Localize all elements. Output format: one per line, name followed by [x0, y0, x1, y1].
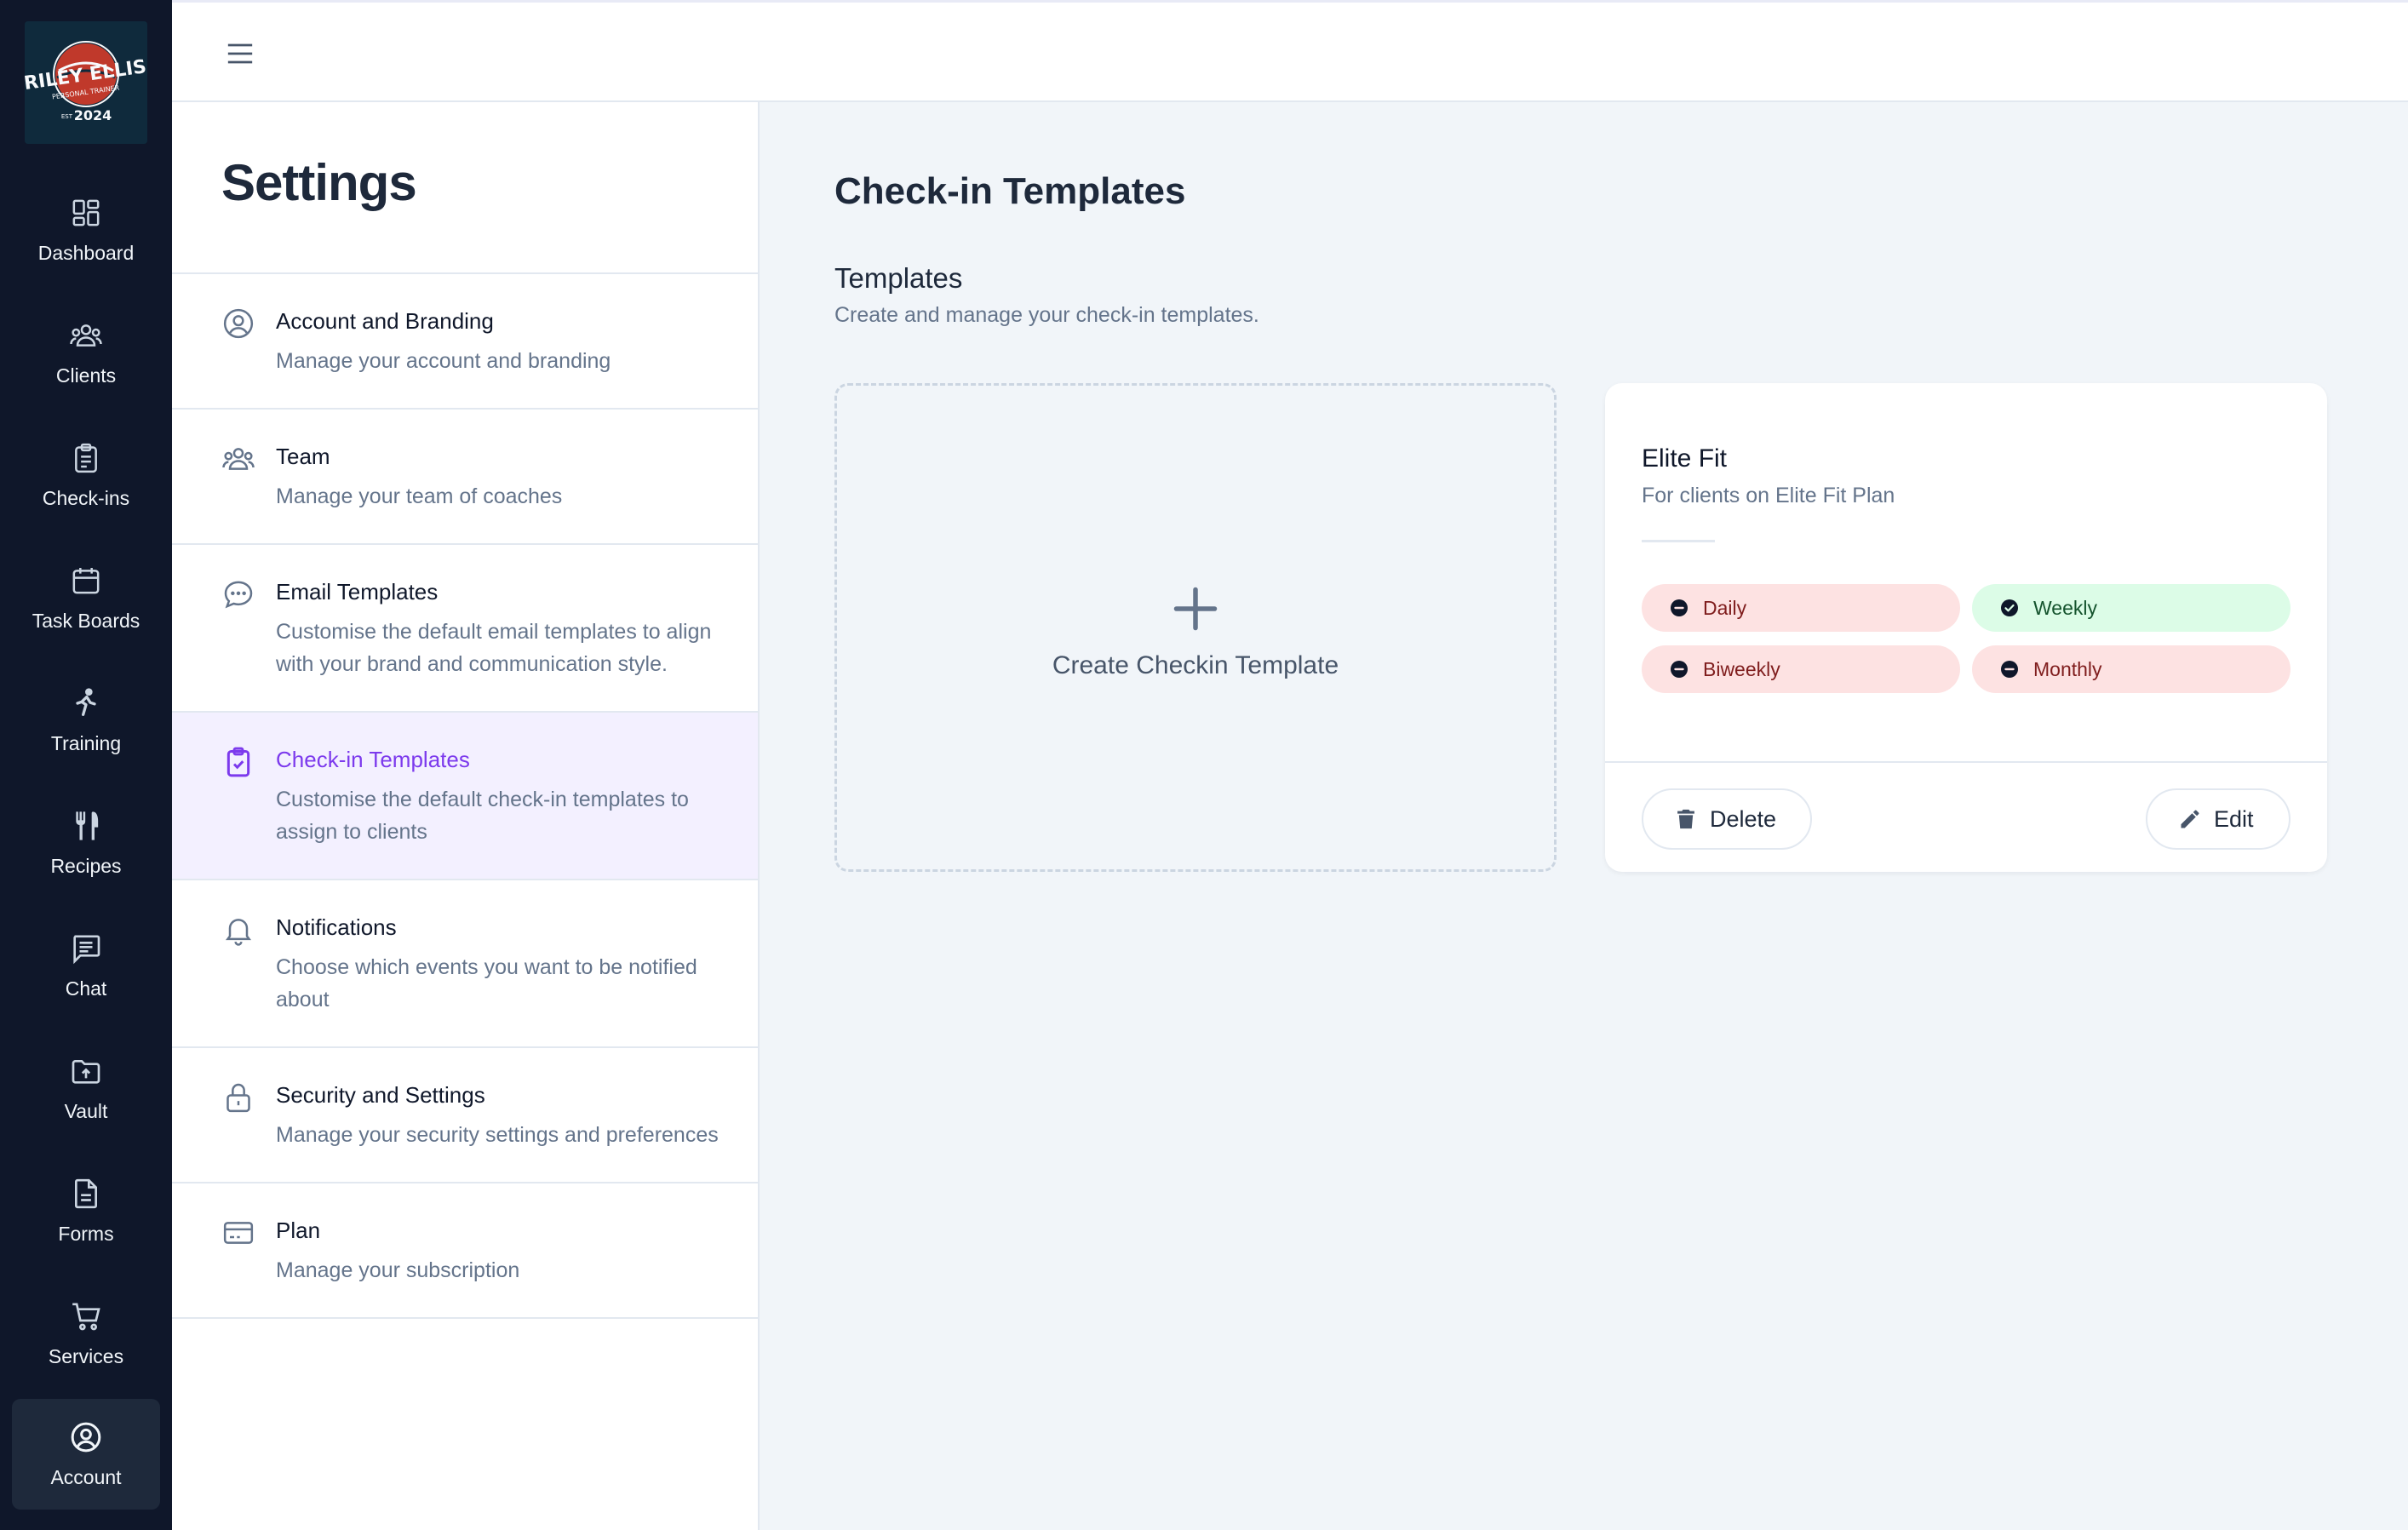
pencil-icon — [2181, 810, 2199, 828]
create-template-button[interactable]: Create Checkin Template — [834, 383, 1557, 872]
create-template-label: Create Checkin Template — [1052, 651, 1339, 679]
nav-label: Check-ins — [42, 486, 130, 509]
frequency-badge-biweekly: Biweekly — [1642, 645, 1960, 693]
main-nav: RILEY ELLIS PERSONAL TRAINER EST 2024 Da… — [0, 0, 172, 1530]
nav-item-clients[interactable]: Clients — [12, 297, 160, 408]
settings-item-title: Notifications — [276, 914, 397, 940]
settings-item-desc: Manage your security settings and prefer… — [276, 1123, 719, 1147]
section-title: Templates — [834, 262, 963, 294]
settings-item-desc: Customise the default email templates to… — [276, 620, 712, 676]
minus-circle-icon — [1671, 661, 1688, 678]
user-circle-icon — [71, 1422, 101, 1452]
chat-bubble-icon — [221, 577, 255, 611]
nav-label: Task Boards — [32, 609, 140, 632]
users-icon — [221, 442, 255, 476]
bell-icon — [221, 913, 255, 947]
calendar-icon — [72, 567, 100, 593]
settings-item-title: Check-in Templates — [276, 747, 470, 772]
nav-label: Clients — [55, 364, 117, 387]
template-card: Elite Fit For clients on Elite Fit Plan … — [1605, 383, 2327, 872]
nav-item-check-ins[interactable]: Check-ins — [12, 420, 160, 530]
edit-button[interactable]: Edit — [2146, 788, 2290, 850]
chat-icon — [73, 935, 100, 964]
top-bar — [172, 0, 2408, 102]
utensils-icon — [76, 811, 99, 840]
nav-label: Vault — [64, 1099, 108, 1122]
template-description: For clients on Elite Fit Plan — [1642, 484, 1895, 507]
user-circle-icon — [221, 307, 255, 341]
settings-panel: Settings Account and Branding Manage you… — [172, 102, 760, 1530]
running-icon — [76, 687, 96, 716]
minus-circle-icon — [2001, 661, 2018, 678]
nav-item-recipes[interactable]: Recipes — [12, 788, 160, 898]
nav-label: Dashboard — [37, 241, 135, 264]
settings-item-title: Account and Branding — [276, 308, 494, 334]
settings-title: Settings — [221, 154, 417, 211]
minus-circle-icon — [1671, 599, 1688, 616]
section-description: Create and manage your check-in template… — [834, 303, 1259, 327]
settings-item-title: Email Templates — [276, 579, 439, 605]
cart-icon — [72, 1303, 100, 1330]
nav-label: Chat — [65, 977, 107, 1000]
settings-item-account-branding[interactable]: Account and Branding Manage your account… — [172, 274, 758, 410]
settings-item-desc: Manage your team of coaches — [276, 484, 563, 508]
settings-item-desc: Manage your subscription — [276, 1258, 520, 1282]
frequency-badge-weekly: Weekly — [1972, 584, 2290, 632]
nav-label: Account — [50, 1465, 122, 1488]
dashboard-icon — [72, 199, 100, 226]
plus-icon — [1170, 583, 1221, 634]
document-icon — [75, 1178, 97, 1208]
nav-item-services[interactable]: Services — [12, 1278, 160, 1389]
template-card-footer: Delete Edit — [1605, 761, 2327, 872]
settings-item-email-templates[interactable]: Email Templates Customise the default em… — [172, 545, 758, 713]
hamburger-icon — [227, 43, 253, 64]
nav-item-forms[interactable]: Forms — [12, 1155, 160, 1266]
main-content: Check-in Templates Templates Create and … — [760, 102, 2408, 1530]
nav-item-training[interactable]: Training — [12, 665, 160, 776]
logo-icon: RILEY ELLIS PERSONAL TRAINER EST 2024 — [25, 21, 147, 144]
settings-item-security[interactable]: Security and Settings Manage your securi… — [172, 1048, 758, 1183]
clipboard-check-icon — [221, 745, 255, 779]
edit-label: Edit — [2214, 805, 2254, 832]
divider — [1642, 540, 1715, 542]
nav-item-task-boards[interactable]: Task Boards — [12, 542, 160, 653]
nav-label: Training — [50, 731, 122, 754]
settings-item-desc: Customise the default check-in templates… — [276, 788, 689, 844]
nav-item-chat[interactable]: Chat — [12, 910, 160, 1021]
page-title: Check-in Templates — [834, 170, 1186, 212]
settings-item-check-in-templates[interactable]: Check-in Templates Customise the default… — [172, 713, 758, 880]
settings-menu: Account and Branding Manage your account… — [172, 272, 758, 1319]
settings-item-desc: Manage your account and branding — [276, 349, 611, 373]
svg-text:2024: 2024 — [74, 107, 112, 123]
settings-item-desc: Choose which events you want to be notif… — [276, 955, 697, 1011]
nav-item-dashboard[interactable]: Dashboard — [12, 175, 160, 285]
template-name: Elite Fit — [1642, 444, 1728, 473]
settings-item-plan[interactable]: Plan Manage your subscription — [172, 1183, 758, 1319]
delete-label: Delete — [1710, 805, 1777, 832]
settings-item-notifications[interactable]: Notifications Choose which events you wa… — [172, 880, 758, 1048]
nav-item-account[interactable]: Account — [12, 1399, 160, 1510]
folder-upload-icon — [72, 1059, 100, 1084]
check-circle-icon — [2001, 599, 2018, 616]
brand-logo[interactable]: RILEY ELLIS PERSONAL TRAINER EST 2024 — [25, 21, 147, 144]
trash-icon — [1677, 809, 1694, 829]
lock-icon — [221, 1080, 255, 1115]
settings-item-title: Plan — [276, 1218, 321, 1243]
menu-toggle-button[interactable] — [223, 37, 257, 71]
nav-label: Forms — [58, 1222, 114, 1245]
frequency-badge-daily: Daily — [1642, 584, 1960, 632]
credit-card-icon — [221, 1216, 255, 1250]
nav-label: Recipes — [50, 854, 122, 877]
users-icon — [70, 324, 102, 347]
delete-button[interactable]: Delete — [1642, 788, 1812, 850]
svg-text:EST: EST — [61, 113, 73, 120]
settings-item-team[interactable]: Team Manage your team of coaches — [172, 410, 758, 545]
settings-item-title: Security and Settings — [276, 1082, 485, 1108]
settings-item-title: Team — [276, 444, 330, 469]
frequency-badge-monthly: Monthly — [1972, 645, 2290, 693]
nav-label: Services — [48, 1344, 124, 1367]
clipboard-icon — [75, 443, 97, 473]
nav-item-vault[interactable]: Vault — [12, 1033, 160, 1143]
